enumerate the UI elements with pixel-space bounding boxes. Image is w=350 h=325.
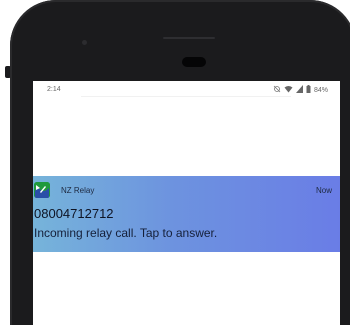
front-camera-icon	[82, 40, 87, 45]
earpiece-speaker	[163, 37, 215, 39]
battery-percentage: 84%	[313, 87, 328, 94]
notification-time: Now	[315, 186, 332, 195]
proximity-sensor	[182, 57, 206, 67]
dnd-off-icon	[273, 85, 281, 96]
status-time: 2:14	[47, 86, 61, 93]
notification-body: Incoming relay call. Tap to answer.	[34, 226, 218, 240]
notification-header: NZ Relay Now	[33, 182, 340, 198]
battery-icon	[306, 85, 311, 96]
status-bar: 2:14 84%	[33, 81, 340, 97]
notification-app-name: NZ Relay	[61, 186, 95, 195]
nz-relay-app-icon	[34, 182, 50, 198]
status-divider	[81, 96, 291, 97]
phone-top-bezel	[10, 0, 350, 80]
relay-call-notification[interactable]: NZ Relay Now 08004712712 Incoming relay …	[33, 176, 340, 252]
signal-icon	[295, 85, 303, 96]
status-icons: 84%	[273, 85, 328, 96]
wifi-icon	[284, 85, 293, 96]
phone-screen: 2:14 84% NZ Relay Now 08004712712 Incomi…	[33, 81, 340, 325]
screenshot-stage: 2:14 84% NZ Relay Now 08004712712 Incomi…	[0, 0, 350, 325]
notification-title: 08004712712	[34, 206, 114, 221]
